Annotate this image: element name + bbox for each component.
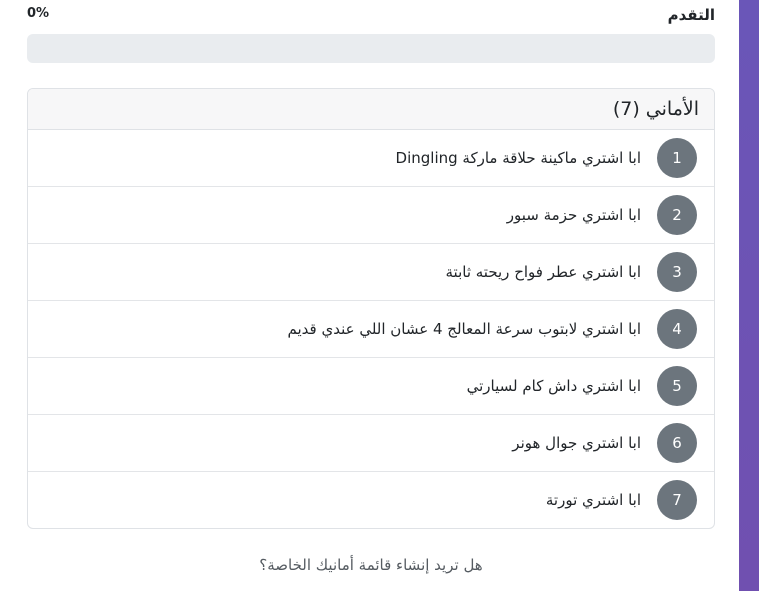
progress-header: التقدم 0% bbox=[27, 6, 715, 26]
item-number-badge: 2 bbox=[657, 195, 697, 235]
item-number-badge: 1 bbox=[657, 138, 697, 178]
wish-item-text: ابا اشتري لابتوب سرعة المعالج 4 عشان الل… bbox=[287, 320, 641, 338]
wish-item-text: ابا اشتري جوال هونر bbox=[512, 434, 641, 452]
wish-item: 3 ابا اشتري عطر فواح ريحته ثابتة bbox=[28, 244, 714, 301]
wish-item-text: ابا اشتري ماكينة حلاقة ماركة Dingling bbox=[395, 149, 641, 167]
wishlist-card: التقدم 0% الأماني (7) 1 ابا اشتري ماكينة… bbox=[0, 0, 739, 591]
item-number-badge: 7 bbox=[657, 480, 697, 520]
wish-item: 5 ابا اشتري داش كام لسيارتي bbox=[28, 358, 714, 415]
item-number-badge: 5 bbox=[657, 366, 697, 406]
create-wishlist-link[interactable]: هل تريد إنشاء قائمة أمانيك الخاصة؟ bbox=[27, 556, 715, 574]
wish-item: 1 ابا اشتري ماكينة حلاقة ماركة Dingling bbox=[28, 130, 714, 187]
wishlist-title: الأماني (7) bbox=[28, 89, 714, 130]
progress-bar bbox=[27, 34, 715, 63]
item-number-badge: 6 bbox=[657, 423, 697, 463]
wish-item-text: ابا اشتري عطر فواح ريحته ثابتة bbox=[445, 263, 642, 281]
progress-title: التقدم bbox=[667, 6, 715, 24]
page: التقدم 0% الأماني (7) 1 ابا اشتري ماكينة… bbox=[0, 0, 759, 591]
item-number-badge: 4 bbox=[657, 309, 697, 349]
wish-item-text: ابا اشتري تورتة bbox=[545, 491, 641, 509]
wish-item: 7 ابا اشتري تورتة bbox=[28, 472, 714, 528]
wish-item: 6 ابا اشتري جوال هونر bbox=[28, 415, 714, 472]
wish-item: 4 ابا اشتري لابتوب سرعة المعالج 4 عشان ا… bbox=[28, 301, 714, 358]
progress-percent: 0% bbox=[27, 6, 50, 21]
wish-item-text: ابا اشتري حزمة سبور bbox=[506, 206, 641, 224]
wish-item-text: ابا اشتري داش كام لسيارتي bbox=[466, 377, 641, 395]
background-stripe bbox=[739, 0, 759, 591]
item-number-badge: 3 bbox=[657, 252, 697, 292]
wishlist-panel: الأماني (7) 1 ابا اشتري ماكينة حلاقة مار… bbox=[27, 88, 715, 529]
wish-item: 2 ابا اشتري حزمة سبور bbox=[28, 187, 714, 244]
